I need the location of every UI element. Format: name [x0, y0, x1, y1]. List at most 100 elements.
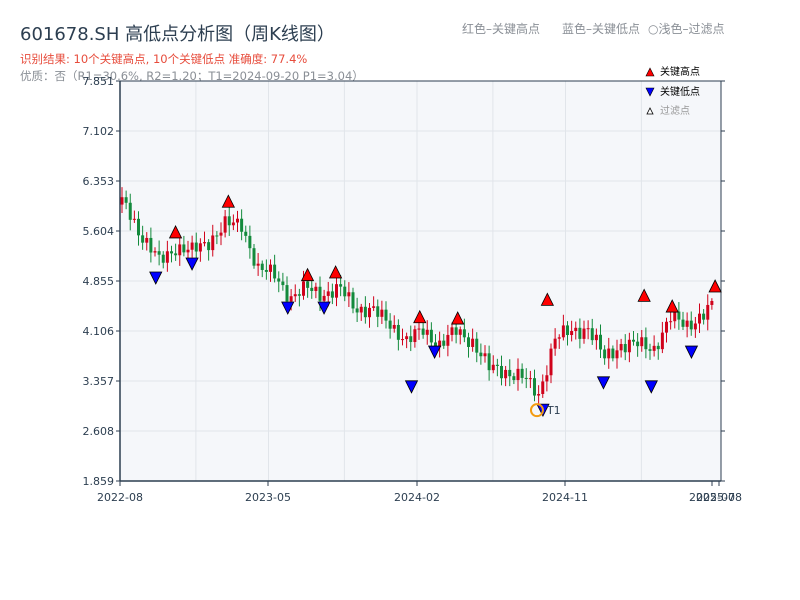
candle-body: [165, 251, 169, 263]
candle-body: [454, 327, 458, 335]
candle-body: [594, 334, 598, 341]
candle-body: [396, 324, 400, 340]
candle-body: [322, 295, 326, 301]
candle-body: [611, 348, 615, 359]
candle-body: [702, 313, 706, 320]
candle-body: [483, 353, 487, 357]
candle-body: [500, 365, 503, 379]
candle-body: [636, 341, 640, 347]
candle-body: [231, 222, 235, 226]
y-tick-label: 6.353: [83, 175, 115, 188]
legend-high-icon: [645, 67, 655, 77]
x-tick-label: 2025-08: [696, 491, 742, 504]
candle-body: [132, 218, 136, 220]
candle-body: [603, 349, 607, 359]
candle-body: [359, 306, 363, 313]
candle-body: [413, 329, 417, 343]
candle-body: [623, 344, 627, 353]
candle-body: [363, 306, 367, 318]
candle-body: [306, 281, 310, 288]
candle-body: [632, 339, 635, 342]
candle-body: [665, 321, 668, 333]
candle-body: [590, 328, 594, 341]
candle-body: [528, 378, 532, 380]
x-tick-label: 2024-11: [542, 491, 588, 504]
candle-body: [252, 248, 256, 266]
candle-body: [178, 244, 182, 256]
candle-body: [495, 364, 499, 366]
candle-body: [693, 323, 697, 330]
candle-body: [289, 296, 293, 302]
candle-body: [293, 294, 297, 297]
candle-body: [533, 378, 536, 396]
candle-body: [545, 375, 549, 382]
candle-body: [380, 309, 384, 317]
candle-body: [574, 327, 578, 331]
candle-body: [508, 369, 512, 377]
candle-body: [120, 197, 124, 205]
candle-body: [582, 328, 586, 339]
candle-body: [475, 338, 479, 353]
candle-body: [174, 253, 178, 256]
t1-label: T1: [546, 404, 561, 417]
candle-body: [219, 232, 223, 236]
candle-body: [141, 235, 145, 243]
candle-body: [660, 332, 664, 350]
candle-body: [491, 364, 495, 371]
candle-body: [512, 376, 516, 381]
candle-body: [599, 334, 602, 350]
y-tick-label: 7.851: [83, 75, 115, 88]
x-tick-label: 2023-05: [245, 491, 291, 504]
candle-body: [458, 329, 462, 335]
candle-body: [347, 292, 351, 297]
candle-body: [128, 202, 132, 220]
candle-body: [318, 286, 322, 301]
candle-body: [215, 235, 219, 237]
candle-body: [310, 287, 314, 291]
candle-body: [698, 313, 701, 324]
candle-body: [248, 235, 252, 249]
candle-body: [256, 263, 260, 266]
candle-body: [157, 251, 161, 255]
candle-body: [260, 263, 264, 270]
legend-label: 关键低点: [660, 85, 700, 98]
legend-label: 关键高点: [660, 65, 700, 78]
y-tick-label: 5.604: [83, 225, 115, 238]
candle-body: [706, 304, 710, 320]
candle-body: [335, 284, 338, 298]
candle-body: [388, 320, 392, 329]
candle-body: [149, 237, 153, 253]
candle-body: [669, 321, 673, 323]
candle-body: [161, 254, 165, 263]
candle-body: [710, 300, 714, 305]
candle-body: [504, 369, 508, 379]
candle-body: [277, 278, 281, 282]
candle-body: [689, 320, 693, 330]
candle-body: [429, 329, 433, 343]
candle-body: [203, 242, 206, 244]
y-tick-label: 3.357: [83, 375, 115, 388]
candle-body: [198, 243, 202, 252]
candle-body: [240, 218, 244, 232]
candle-body: [264, 269, 268, 272]
candle-body: [442, 340, 446, 346]
candle-body: [479, 352, 483, 357]
candle-body: [236, 218, 239, 223]
candle-body: [615, 350, 619, 359]
candle-body: [355, 308, 359, 313]
candle-body: [207, 242, 211, 251]
candle-body: [446, 334, 450, 346]
y-tick-label: 1.859: [83, 475, 115, 488]
candle-body: [409, 336, 413, 343]
candle-body: [685, 320, 689, 327]
candle-body: [553, 338, 557, 349]
candle-body: [524, 377, 528, 380]
candle-body: [607, 348, 611, 359]
candle-body: [194, 242, 198, 252]
legend-label: 过滤点: [660, 104, 690, 117]
candle-body: [450, 327, 454, 335]
candle-body: [578, 327, 582, 339]
y-tick-label: 4.855: [83, 275, 115, 288]
candle-body: [372, 306, 376, 308]
candle-body: [471, 338, 475, 347]
